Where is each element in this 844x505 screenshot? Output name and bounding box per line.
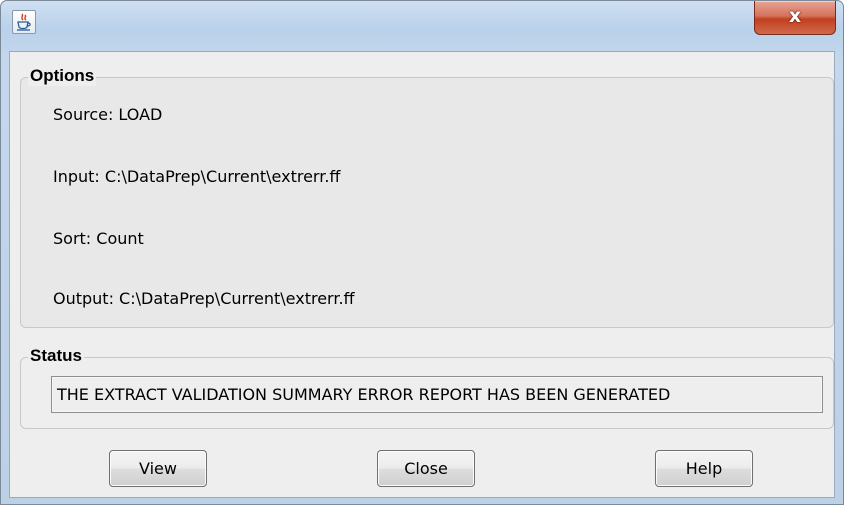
help-button[interactable]: Help xyxy=(655,450,753,487)
window-close-button[interactable]: x xyxy=(754,1,836,35)
close-button[interactable]: Close xyxy=(377,450,475,487)
java-cup-icon xyxy=(12,10,36,34)
title-bar[interactable]: x xyxy=(1,1,843,51)
close-x-icon: x xyxy=(788,5,802,27)
sort-label: Sort: Count xyxy=(53,229,144,248)
output-label: Output: C:\DataPrep\Current\extrerr.ff xyxy=(53,289,355,308)
view-button[interactable]: View xyxy=(109,450,207,487)
source-label: Source: LOAD xyxy=(53,105,163,124)
status-message-field: THE EXTRACT VALIDATION SUMMARY ERROR REP… xyxy=(51,376,823,413)
input-label: Input: C:\DataPrep\Current\extrerr.ff xyxy=(53,167,341,186)
options-title: Options xyxy=(28,66,97,86)
status-title: Status xyxy=(28,346,84,366)
